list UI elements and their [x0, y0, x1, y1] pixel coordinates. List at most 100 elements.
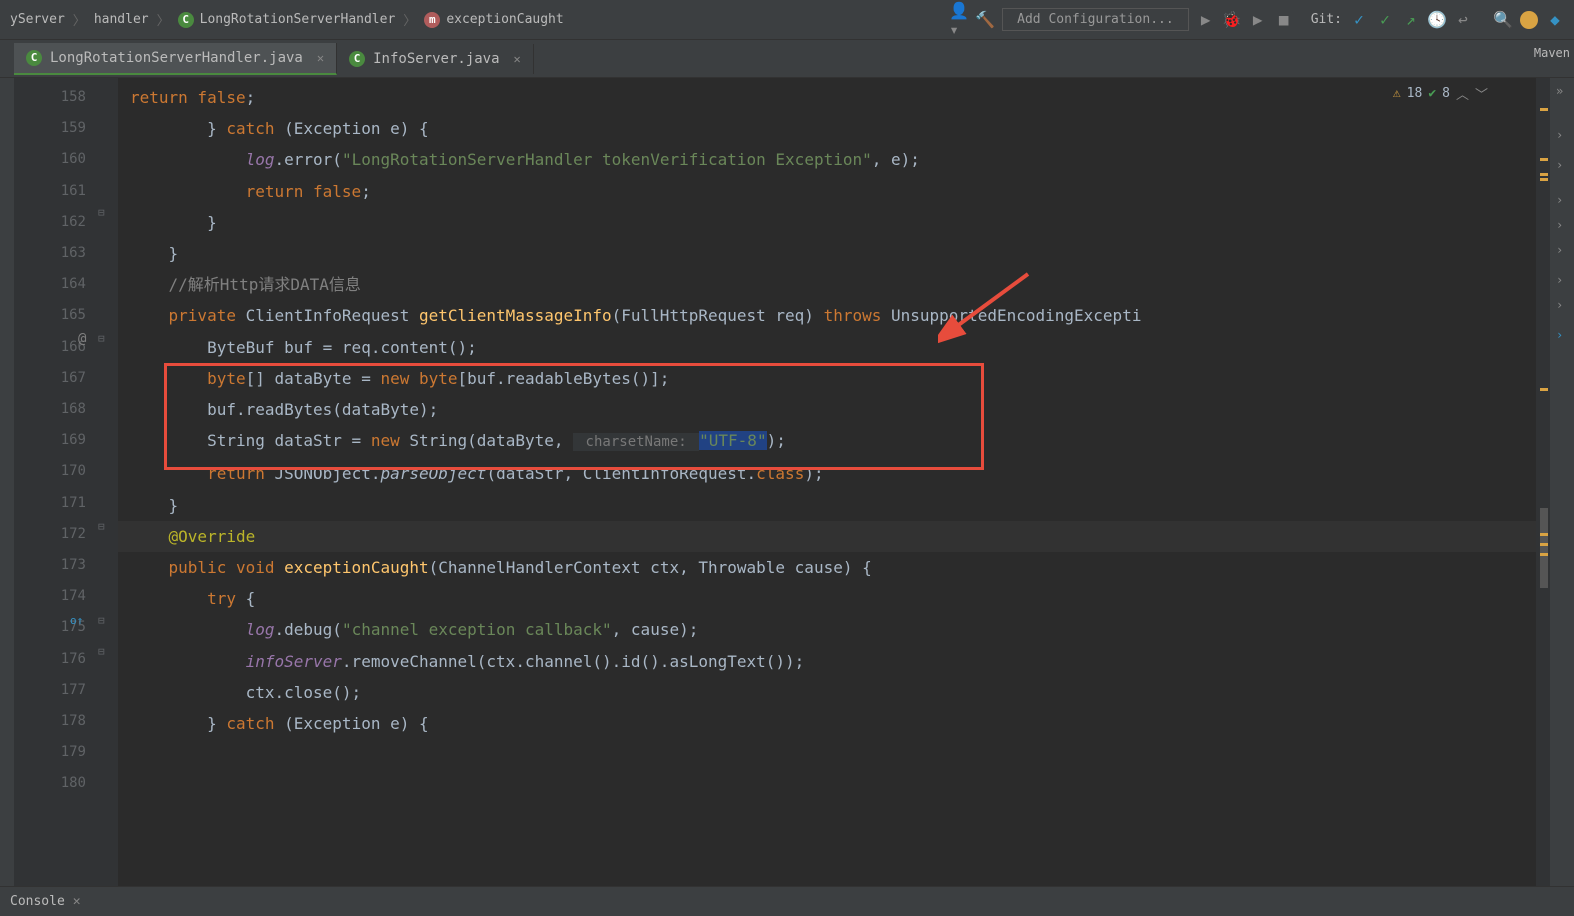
- inspection-widget[interactable]: ⚠ 18 ✔ 8 ︿ ﹀: [1393, 84, 1488, 103]
- tab-active[interactable]: C LongRotationServerHandler.java ✕: [14, 43, 337, 75]
- code-line: //解析Http请求DATA信息: [118, 269, 1536, 300]
- code-line: private ClientInfoRequest getClientMassa…: [118, 300, 1536, 331]
- code-line: return false;: [118, 82, 1536, 113]
- nav-down-icon[interactable]: ﹀: [1475, 84, 1488, 103]
- breadcrumb-item[interactable]: handler: [94, 12, 149, 27]
- code-line: return JSONObject.parseObject(dataStr, C…: [118, 458, 1536, 489]
- method-icon: m: [424, 12, 440, 28]
- chevron-right-icon[interactable]: ›: [1556, 243, 1563, 257]
- avatar-icon[interactable]: [1520, 11, 1538, 29]
- close-icon[interactable]: ✕: [317, 51, 324, 65]
- warning-count: 18: [1407, 86, 1423, 101]
- history-icon[interactable]: 🕓: [1428, 11, 1446, 29]
- code-line: return false;: [118, 176, 1536, 207]
- fold-icon[interactable]: ⊟: [98, 645, 105, 658]
- class-icon: C: [178, 12, 194, 28]
- line-numbers: 158 159 160 161 162 163 164 165 166 167 …: [14, 82, 104, 800]
- close-icon[interactable]: ✕: [514, 52, 521, 66]
- warning-marker[interactable]: [1540, 173, 1548, 176]
- class-icon: C: [349, 51, 365, 67]
- error-stripe[interactable]: [1536, 78, 1550, 886]
- git-push-icon[interactable]: ↗: [1402, 11, 1420, 29]
- warning-marker[interactable]: [1540, 108, 1548, 111]
- stop-icon[interactable]: ■: [1275, 11, 1293, 29]
- code-line: String dataStr = new String(dataByte, ch…: [118, 425, 1536, 458]
- coverage-icon[interactable]: ▶: [1249, 11, 1267, 29]
- chevron-right-icon[interactable]: ›: [1556, 128, 1563, 142]
- expand-icon[interactable]: »: [1556, 84, 1563, 98]
- breadcrumb-item[interactable]: yServer: [10, 12, 65, 27]
- search-icon[interactable]: 🔍: [1494, 11, 1512, 29]
- bottom-tool-bar: Console ✕: [0, 886, 1574, 916]
- breadcrumb-item[interactable]: mexceptionCaught: [424, 12, 563, 28]
- tab-label: InfoServer.java: [373, 51, 499, 67]
- chevron-right-icon[interactable]: ›: [1556, 193, 1563, 207]
- class-icon: C: [26, 50, 42, 66]
- chevron-right-icon[interactable]: ›: [1556, 273, 1563, 287]
- editor-container: 158 159 160 161 162 163 164 165 166 167 …: [0, 78, 1574, 886]
- warning-marker[interactable]: [1540, 388, 1548, 391]
- chevron-right-icon: 〉: [403, 10, 416, 29]
- breadcrumbs: yServer 〉 handler 〉 CLongRotationServerH…: [10, 10, 564, 29]
- check-count: 8: [1442, 86, 1450, 101]
- check-icon: ✔: [1428, 86, 1436, 101]
- add-configuration-button[interactable]: Add Configuration...: [1002, 8, 1189, 31]
- code-line: } catch (Exception e) {: [118, 113, 1536, 144]
- warning-marker[interactable]: [1540, 553, 1548, 556]
- code-line: log.error("LongRotationServerHandler tok…: [118, 144, 1536, 175]
- fold-icon[interactable]: ⊟: [98, 520, 105, 533]
- top-navbar: yServer 〉 handler 〉 CLongRotationServerH…: [0, 0, 1574, 40]
- code-line: }: [118, 490, 1536, 521]
- warning-marker[interactable]: [1540, 158, 1548, 161]
- editor-tabs: C LongRotationServerHandler.java ✕ C Inf…: [0, 40, 1574, 78]
- code-line: buf.readBytes(dataByte);: [118, 394, 1536, 425]
- chevron-right-icon[interactable]: ›: [1556, 328, 1563, 342]
- tab-item[interactable]: C InfoServer.java ✕: [337, 44, 534, 74]
- nav-up-icon[interactable]: ︿: [1456, 84, 1469, 103]
- code-line: log.debug("channel exception callback", …: [118, 614, 1536, 645]
- chevron-right-icon[interactable]: ›: [1556, 218, 1563, 232]
- breadcrumb-item[interactable]: CLongRotationServerHandler: [178, 12, 396, 28]
- navbar-toolbar: 👤▾ 🔨 Add Configuration... ▶ 🐞 ▶ ■ Git: ✓…: [950, 8, 1564, 31]
- left-tool-strip: [0, 78, 14, 886]
- maven-tool-tab[interactable]: Maven: [1530, 42, 1574, 64]
- user-icon[interactable]: 👤▾: [950, 11, 968, 29]
- git-update-icon[interactable]: ✓: [1350, 11, 1368, 29]
- code-line: }: [118, 238, 1536, 269]
- code-line: byte[] dataByte = new byte[buf.readableB…: [118, 363, 1536, 394]
- chevron-right-icon[interactable]: ›: [1556, 298, 1563, 312]
- at-symbol-icon: @: [78, 331, 86, 347]
- scrollbar-thumb[interactable]: [1540, 508, 1548, 588]
- debug-icon[interactable]: 🐞: [1223, 11, 1241, 29]
- override-up-icon[interactable]: o↑: [70, 614, 83, 627]
- rollback-icon[interactable]: ↩: [1454, 11, 1472, 29]
- chevron-right-icon: 〉: [157, 10, 170, 29]
- warning-marker[interactable]: [1540, 543, 1548, 546]
- warning-icon: ⚠: [1393, 86, 1401, 101]
- fold-icon[interactable]: ⊟: [98, 614, 105, 627]
- tab-label: LongRotationServerHandler.java: [50, 50, 303, 66]
- code-line: @Override: [118, 521, 1536, 552]
- code-line: ByteBuf buf = req.content();: [118, 332, 1536, 363]
- code-line: infoServer.removeChannel(ctx.channel().i…: [118, 646, 1536, 677]
- chevron-right-icon: 〉: [73, 10, 86, 29]
- git-label: Git:: [1311, 12, 1342, 27]
- run-icon[interactable]: ▶: [1197, 11, 1215, 29]
- code-editor[interactable]: ⚠ 18 ✔ 8 ︿ ﹀ return false; } catch (Except…: [118, 78, 1536, 886]
- warning-marker[interactable]: [1540, 178, 1548, 181]
- code-line: ctx.close();: [118, 677, 1536, 708]
- warning-marker[interactable]: [1540, 533, 1548, 536]
- code-line: public void exceptionCaught(ChannelHandl…: [118, 552, 1536, 583]
- code-line: } catch (Exception e) {: [118, 708, 1536, 739]
- right-tool-strip: » › › › › › › › ›: [1550, 78, 1574, 886]
- chevron-right-icon[interactable]: ›: [1556, 158, 1563, 172]
- line-gutter: 158 159 160 161 162 163 164 165 166 167 …: [14, 78, 104, 886]
- hammer-icon[interactable]: 🔨: [976, 11, 994, 29]
- fold-icon[interactable]: ⊟: [98, 332, 105, 345]
- console-tab[interactable]: Console: [10, 894, 65, 909]
- fold-icon[interactable]: ⊟: [98, 206, 105, 219]
- ide-icon[interactable]: ◆: [1546, 11, 1564, 29]
- code-line: }: [118, 207, 1536, 238]
- git-commit-icon[interactable]: ✓: [1376, 11, 1394, 29]
- close-icon[interactable]: ✕: [73, 894, 81, 909]
